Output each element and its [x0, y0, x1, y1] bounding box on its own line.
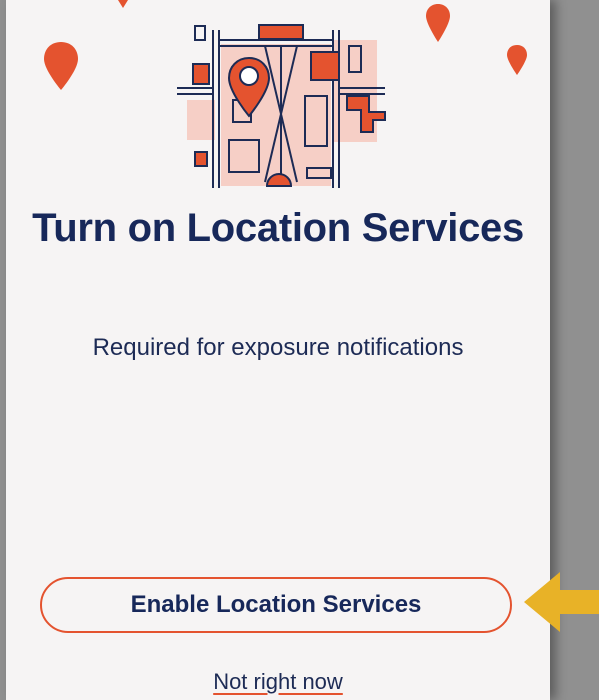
- map-pin-icon: [44, 42, 78, 90]
- screen: Turn on Location Services Required for e…: [0, 0, 599, 700]
- map-location-illustration-icon: [177, 24, 386, 188]
- page-title: Turn on Location Services: [32, 206, 524, 250]
- map-pin-icon: [507, 45, 527, 75]
- map-pin-icon: [118, 0, 128, 8]
- enable-location-services-button[interactable]: Enable Location Services: [40, 577, 512, 633]
- location-permission-card: Turn on Location Services Required for e…: [6, 0, 550, 700]
- page-subtitle: Required for exposure notifications: [92, 334, 464, 361]
- map-pin-icon: [426, 4, 450, 42]
- not-right-now-link[interactable]: Not right now: [6, 668, 550, 696]
- arrow-left-icon: [524, 572, 599, 632]
